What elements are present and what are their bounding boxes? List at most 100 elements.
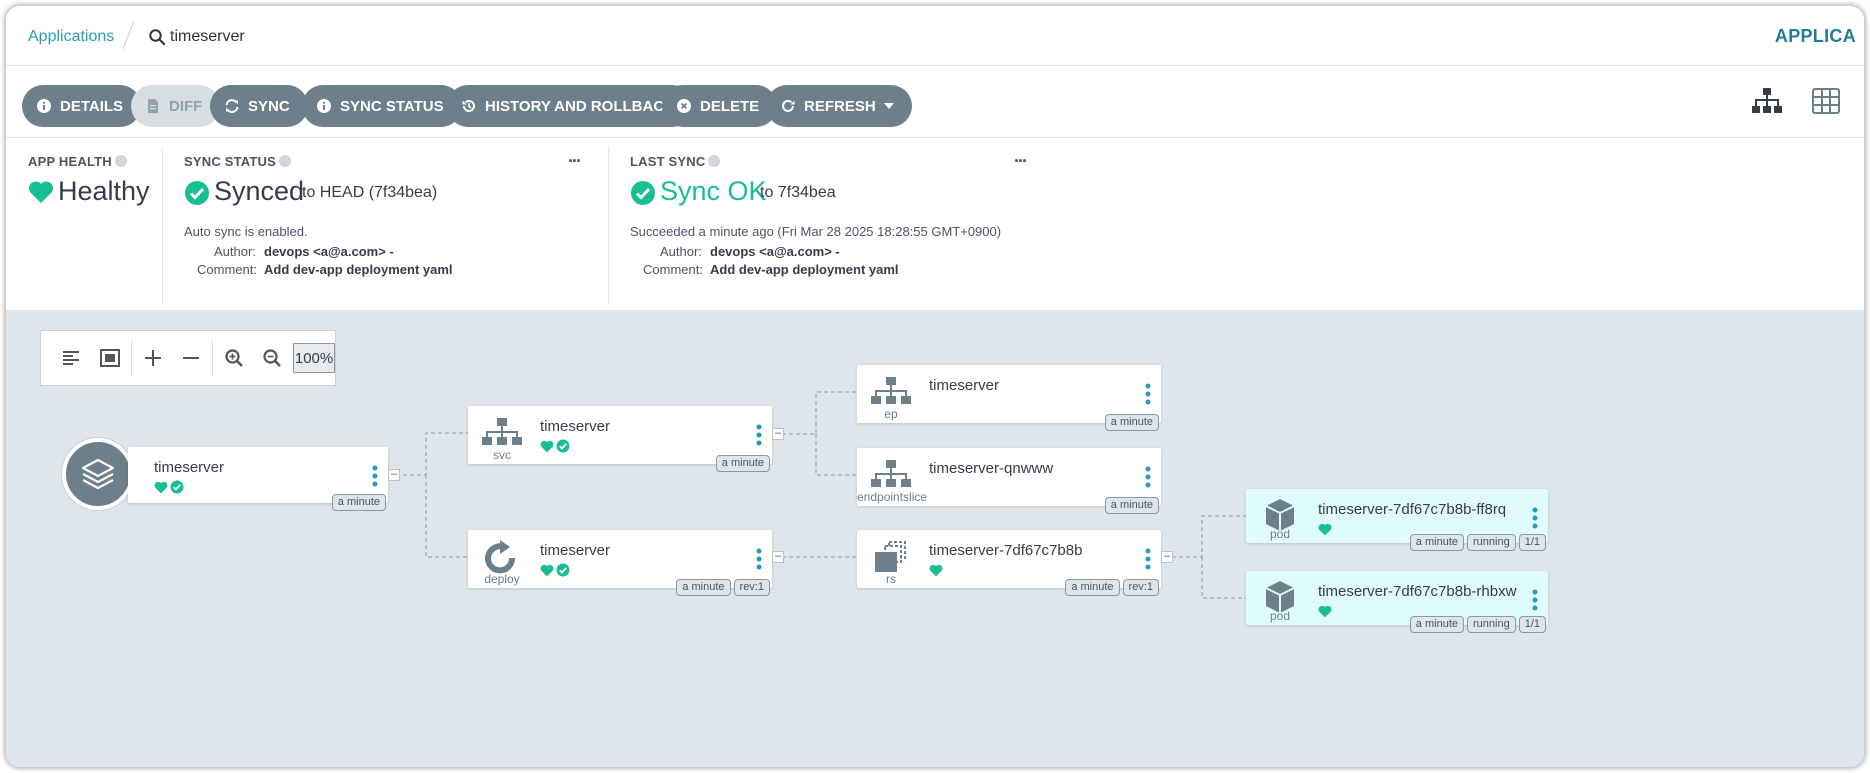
heart-icon	[540, 440, 554, 452]
kebab-menu-icon[interactable]	[1145, 466, 1151, 488]
last-sync-label-text: LAST SYNC	[630, 154, 706, 169]
node-kind: svc	[493, 448, 511, 462]
collapse-toggle[interactable]: –	[388, 469, 400, 481]
resource-node-pod[interactable]: pod timeserver-7df67c7b8b-ff8rq a minute…	[1246, 489, 1548, 551]
app-health-label-text: APP HEALTH	[28, 154, 112, 169]
sync-status-button[interactable]: SYNC STATUS	[302, 85, 462, 127]
tree-view-icon[interactable]	[1752, 88, 1782, 114]
action-toolbar: DETAILS DIFF SYNC SYNC STATUS HISTORY AN…	[6, 66, 1864, 138]
details-button-label: DETAILS	[60, 97, 124, 115]
breadcrumb-applications-link[interactable]: Applications	[28, 28, 114, 46]
node-status	[540, 438, 570, 454]
sync-status-more-button[interactable]: ...	[568, 146, 581, 167]
node-tags: a minute	[1104, 497, 1159, 514]
collapse-toggle[interactable]: –	[1161, 551, 1173, 563]
last-sync-author-value: devops <a@a.com> -	[710, 244, 840, 259]
kebab-menu-icon[interactable]	[756, 424, 762, 446]
kebab-menu-icon[interactable]	[1532, 507, 1538, 529]
help-icon[interactable]	[708, 155, 721, 167]
breadcrumb-separator	[122, 20, 135, 50]
heart-icon	[1318, 523, 1332, 535]
node-tags: a minute	[715, 455, 770, 472]
last-sync-author-text: devops <a@a.com> -	[710, 244, 840, 259]
delete-button[interactable]: DELETE	[662, 85, 778, 127]
status-panel: APP HEALTH Healthy SYNC STATUS ... Synce…	[6, 138, 1864, 310]
tag-age: a minute	[1104, 414, 1159, 431]
kebab-menu-icon[interactable]	[1145, 548, 1151, 570]
resource-tree-canvas[interactable]: 100% timeserver a minute – svc timeserve…	[6, 310, 1864, 767]
node-name: timeserver	[929, 377, 1000, 394]
tag-revision: rev:1	[1122, 579, 1159, 596]
view-switcher	[1752, 88, 1840, 114]
resource-node-ep[interactable]: ep timeserver a minute	[857, 365, 1161, 431]
breadcrumb-bar: Applications timeserver APPLICA	[6, 6, 1864, 66]
application-node-icon[interactable]	[62, 438, 134, 510]
tag-age: a minute	[676, 579, 731, 596]
last-sync-succeeded-text: Succeeded a minute ago (Fri Mar 28 2025 …	[630, 224, 1002, 239]
tag-age: a minute	[715, 455, 770, 472]
heart-icon	[28, 181, 54, 203]
collapse-toggle[interactable]: –	[772, 551, 784, 563]
tag-age: a minute	[331, 494, 386, 511]
last-sync-more-button[interactable]: ...	[1014, 146, 1027, 167]
refresh-button-label: REFRESH	[804, 97, 876, 115]
help-icon[interactable]	[114, 155, 127, 167]
resource-node-endpointslice[interactable]: endpointslice timeserver-qnwww a minute	[857, 448, 1161, 514]
history-and-rollback-button[interactable]: HISTORY AND ROLLBACK	[447, 85, 694, 127]
node-status	[540, 562, 570, 578]
sync-author-text: devops <a@a.com> -	[264, 244, 394, 259]
app-health-label: APP HEALTH	[28, 154, 127, 169]
history-and-rollback-button-label: HISTORY AND ROLLBACK	[485, 97, 676, 115]
application-node[interactable]: timeserver a minute	[128, 447, 388, 511]
resource-node-rs[interactable]: rs timeserver-7df67c7b8b a minute rev:1	[857, 530, 1161, 596]
app-health-value: Healthy	[58, 176, 150, 206]
grid-view-icon[interactable]	[1812, 88, 1840, 114]
details-button[interactable]: DETAILS	[22, 85, 142, 127]
file-icon	[148, 99, 158, 113]
tag-age: a minute	[1409, 616, 1464, 633]
last-sync-author-label: Author:	[660, 244, 702, 259]
sync-comment-value: Add dev-app deployment yaml	[264, 262, 453, 277]
sync-status-label: SYNC STATUS	[184, 154, 292, 169]
diff-button[interactable]: DIFF	[131, 85, 221, 127]
help-icon[interactable]	[279, 155, 292, 167]
sync-status-button-label: SYNC STATUS	[340, 97, 444, 115]
node-name: timeserver	[154, 459, 225, 476]
divider	[608, 146, 609, 304]
tag-age: a minute	[1104, 497, 1159, 514]
tag-age: a minute	[1065, 579, 1120, 596]
history-icon	[462, 99, 475, 112]
sync-button[interactable]: SYNC	[210, 85, 308, 127]
kebab-menu-icon[interactable]	[1145, 383, 1151, 405]
node-kind: pod	[1269, 527, 1291, 541]
last-sync-target: to 7f34bea	[760, 184, 836, 201]
resource-node-deploy[interactable]: deploy timeserver a minute rev:1	[468, 530, 772, 596]
heart-icon	[929, 564, 943, 576]
node-name: timeserver-7df67c7b8b-ff8rq	[1318, 501, 1507, 518]
node-status	[154, 479, 184, 495]
collapse-toggle[interactable]: –	[772, 428, 784, 440]
kebab-menu-icon[interactable]	[1532, 589, 1538, 611]
last-sync-label: LAST SYNC	[630, 154, 721, 169]
node-kind: endpointslice	[857, 490, 928, 504]
search-icon[interactable]	[148, 28, 166, 46]
node-tags: a minute running 1/1	[1409, 616, 1546, 633]
kebab-menu-icon[interactable]	[756, 548, 762, 570]
info-circle-icon	[317, 99, 331, 113]
last-sync-comment-value: Add dev-app deployment yaml	[710, 262, 899, 277]
node-kind: deploy	[484, 572, 520, 586]
node-name: timeserver-qnwww	[929, 460, 1054, 477]
node-kind: rs	[886, 572, 896, 586]
sync-status-label-text: SYNC STATUS	[184, 154, 277, 169]
resource-node-pod[interactable]: pod timeserver-7df67c7b8b-rhbxw a minute…	[1246, 571, 1548, 633]
tag-ready: 1/1	[1518, 534, 1546, 551]
resource-node-svc[interactable]: svc timeserver a minute	[468, 406, 772, 472]
redo-icon	[782, 99, 795, 112]
breadcrumb-current-app[interactable]: timeserver	[170, 28, 245, 46]
times-circle-icon	[677, 99, 691, 113]
node-name: timeserver	[540, 418, 611, 435]
kebab-menu-icon[interactable]	[372, 465, 378, 487]
top-right-title: APPLICA	[1774, 26, 1856, 46]
refresh-button[interactable]: REFRESH	[766, 85, 912, 127]
sync-comment-text: Add dev-app deployment yaml	[264, 262, 453, 277]
